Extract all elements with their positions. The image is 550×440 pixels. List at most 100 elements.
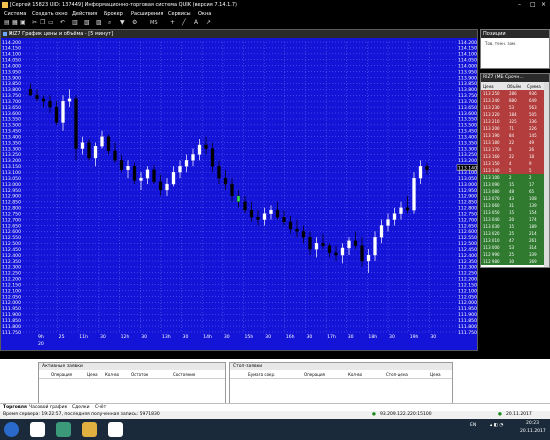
col-order-price[interactable]: Цена xyxy=(87,372,98,377)
price-cell: 113 100 xyxy=(483,175,500,180)
col-state[interactable]: Состояние xyxy=(173,372,195,377)
menu-windows[interactable]: Окна xyxy=(198,11,211,17)
x-tick-label: 19h xyxy=(410,334,419,340)
open-icon[interactable]: ▤ xyxy=(4,19,10,26)
sell-row[interactable]: 113 170 8 26 xyxy=(481,146,545,153)
undo-icon[interactable]: ↶ xyxy=(60,19,65,26)
table-icon[interactable]: ▨ xyxy=(96,19,102,26)
print-icon[interactable]: ▣ xyxy=(20,19,26,26)
col-qty[interactable]: Кол-во xyxy=(105,372,119,377)
start-icon[interactable] xyxy=(4,422,19,437)
volume-cell: 286 xyxy=(509,91,517,96)
google-chrome-icon[interactable] xyxy=(30,422,45,437)
y-tick-left: 111.900 xyxy=(2,312,21,318)
candle-body xyxy=(314,243,319,250)
sell-row[interactable]: 113 150 4 9 xyxy=(481,160,545,167)
chart-close-icon[interactable]: × xyxy=(9,31,475,37)
tab-account[interactable]: Счёт xyxy=(95,405,106,410)
menu-extensions[interactable]: Расширения xyxy=(131,11,163,17)
buy-row[interactable]: 113 100 2 2 xyxy=(481,174,545,181)
col-stop-limit-price[interactable]: Цена xyxy=(430,372,441,377)
volume-cell: 48 xyxy=(509,189,515,194)
menu-system[interactable]: Система xyxy=(4,11,26,17)
sell-row[interactable]: 113 140 5 5 xyxy=(481,167,545,174)
menu-create-window[interactable]: Создать окно xyxy=(32,11,68,17)
sell-row[interactable]: 113 200 71 226 xyxy=(481,125,545,132)
search-icon[interactable]: ⌕ xyxy=(108,19,111,27)
menu-actions[interactable]: Действия xyxy=(72,11,97,17)
arrow-icon[interactable]: ↗ xyxy=(206,19,211,26)
sell-row[interactable]: 113 240 880 649 xyxy=(481,97,545,104)
ms-dropdown[interactable]: MS xyxy=(150,20,158,26)
col-operation[interactable]: Операция xyxy=(51,372,72,377)
y-tick-right: 112.950 xyxy=(458,188,477,194)
cut-icon[interactable]: ✂ xyxy=(32,19,37,26)
filter-icon[interactable]: ▼ xyxy=(120,19,125,26)
sell-row[interactable]: 113 180 22 49 xyxy=(481,139,545,146)
col-stop-operation[interactable]: Операция xyxy=(304,372,325,377)
sell-row[interactable]: 113 190 84 145 xyxy=(481,132,545,139)
candle-body xyxy=(106,136,111,152)
x-tick-label: 15h xyxy=(245,334,254,340)
settings-icon[interactable]: ⚙ xyxy=(132,19,137,26)
close-icon[interactable]: × xyxy=(541,1,546,8)
text-icon[interactable]: A xyxy=(194,19,198,26)
menu-services[interactable]: Сервисы xyxy=(168,11,191,17)
tab-trading[interactable]: Торговля xyxy=(3,405,27,410)
tab-trades[interactable]: Сделки xyxy=(72,405,90,410)
volume-cell: 47 xyxy=(509,238,515,243)
copy-icon[interactable]: ❐ xyxy=(40,19,45,26)
minimize-icon[interactable]: – xyxy=(518,1,521,8)
candle-body xyxy=(412,177,416,211)
tray-icons[interactable]: ▴ ◧ ◔ xyxy=(490,423,503,428)
folder-icon[interactable] xyxy=(82,422,97,437)
buy-row[interactable]: 113 030 15 189 xyxy=(481,223,545,230)
y-tick-right: 113.050 xyxy=(458,176,477,182)
col-remainder[interactable]: Остаток xyxy=(131,372,148,377)
buy-row[interactable]: 113 090 15 17 xyxy=(481,181,545,188)
sell-row[interactable]: 113 210 325 336 xyxy=(481,118,545,125)
quik-taskbar-icon[interactable] xyxy=(56,422,71,437)
sell-row[interactable]: 113 160 22 18 xyxy=(481,153,545,160)
buy-row[interactable]: 112 990 25 339 xyxy=(481,251,545,258)
buy-row[interactable]: 113 070 43 108 xyxy=(481,195,545,202)
buy-row[interactable]: 113 010 47 261 xyxy=(481,237,545,244)
order-book-window: RIZ7 (МБ Срочн... Цена Объём Сумма 113 2… xyxy=(480,73,550,268)
maximize-icon[interactable]: □ xyxy=(530,1,536,8)
buy-row[interactable]: 112 980 30 369 xyxy=(481,258,545,265)
buy-row[interactable]: 113 060 31 139 xyxy=(481,202,545,209)
candle-body xyxy=(119,160,124,170)
chart-icon[interactable]: ▧ xyxy=(84,19,90,26)
browser-icon[interactable] xyxy=(108,422,123,437)
order-book-scrollbar[interactable] xyxy=(544,82,549,267)
cursor-icon[interactable]: + xyxy=(170,19,175,26)
sell-row[interactable]: 113 230 53 563 xyxy=(481,104,545,111)
language-indicator[interactable]: EN xyxy=(470,423,476,428)
col-security[interactable]: Бумага сокр. xyxy=(248,372,275,377)
paste-icon[interactable]: ▭ xyxy=(48,19,54,26)
y-tick-right: 112.150 xyxy=(458,282,477,288)
buy-row[interactable]: 113 080 48 65 xyxy=(481,188,545,195)
buy-row[interactable]: 113 020 25 214 xyxy=(481,230,545,237)
layout-icon[interactable]: ▥ xyxy=(72,19,78,26)
candle-body xyxy=(171,172,176,185)
sell-row[interactable]: 113 220 184 505 xyxy=(481,111,545,118)
buy-row[interactable]: 113 000 53 314 xyxy=(481,244,545,251)
y-tick-right: 112.900 xyxy=(458,194,477,200)
y-tick-right: 113.350 xyxy=(458,140,477,146)
menu-broker[interactable]: Брокер xyxy=(104,11,123,17)
tab-hourly-chart[interactable]: Часовой график xyxy=(29,405,67,410)
buy-row[interactable]: 113 050 15 154 xyxy=(481,209,545,216)
save-icon[interactable]: ▦ xyxy=(12,19,18,26)
draw-line-icon[interactable]: ╱ xyxy=(182,19,186,26)
col-stop-price[interactable]: Стоп-цена xyxy=(386,372,408,377)
buy-row[interactable]: 113 040 20 174 xyxy=(481,216,545,223)
col-stop-qty[interactable]: Кол-во xyxy=(348,372,362,377)
y-tick-right: 113.900 xyxy=(458,75,477,81)
sell-row[interactable]: 113 250 286 936 xyxy=(481,90,545,97)
window-title: [Сергей 15823 UID: 137449] Информационно… xyxy=(10,2,237,8)
y-tick-right: 112.300 xyxy=(458,265,477,271)
active-orders-title: Активные заявки xyxy=(39,363,225,370)
price-chart[interactable]: 114.200 114.200114.150 114.150114.100 114.1… xyxy=(1,38,477,350)
y-tick-left: 112.800 xyxy=(2,206,21,212)
